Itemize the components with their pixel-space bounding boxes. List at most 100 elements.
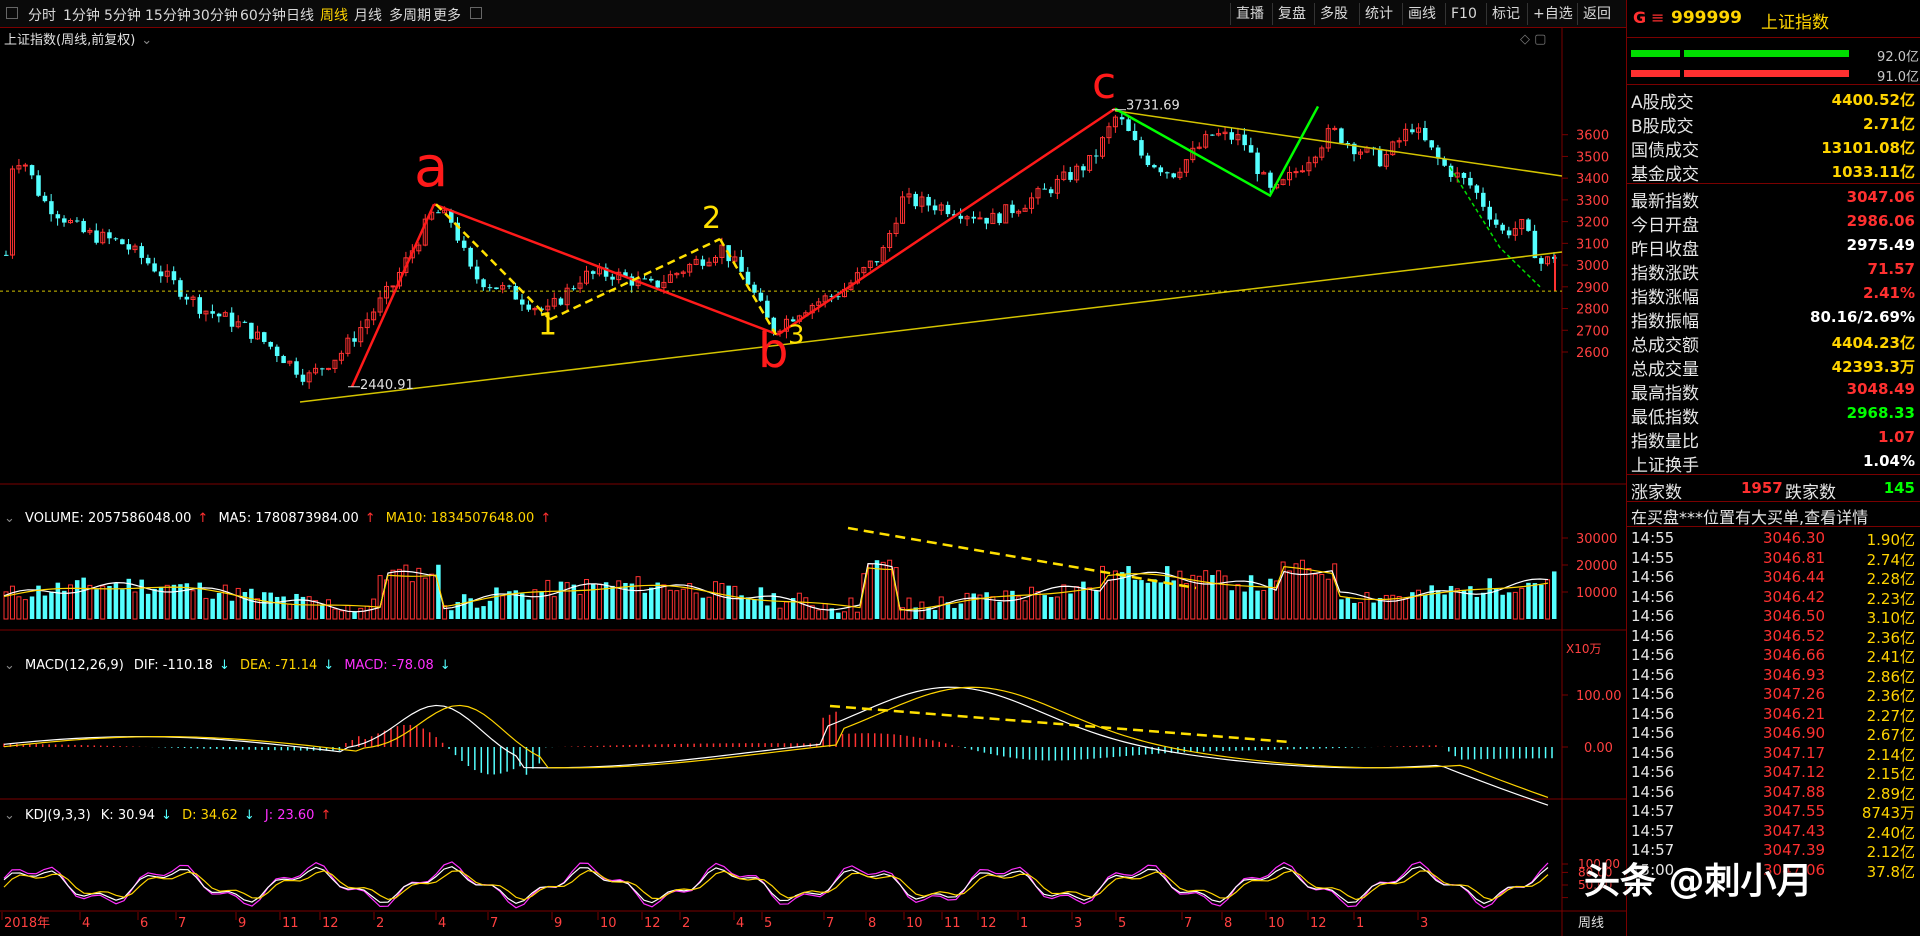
more-dropdown-icon[interactable] <box>470 7 482 19</box>
volume-bar <box>1474 596 1480 619</box>
period-btn-7[interactable]: 周线 <box>320 5 348 25</box>
volume-bar <box>1183 583 1189 620</box>
tick-row: 14:57 3047.55 8743万 <box>1627 801 1920 822</box>
candle-body <box>558 298 564 305</box>
volume-bar <box>1087 587 1093 620</box>
chart-tools-icon[interactable]: ◇ ▢ <box>1520 32 1546 47</box>
tool-btn-0[interactable]: 直播 <box>1230 3 1269 25</box>
period-btn-0[interactable]: 分时 <box>28 5 56 25</box>
volume-bar <box>107 585 112 619</box>
candle-body <box>481 279 486 288</box>
candle-body <box>171 271 177 281</box>
tick-time: 14:55 <box>1631 529 1675 547</box>
volume-bar <box>777 607 783 620</box>
volume-bar <box>1216 570 1222 620</box>
period-btn-8[interactable]: 月线 <box>354 5 382 25</box>
period-btn-6[interactable]: 日线 <box>286 5 314 25</box>
big-order-notice[interactable]: 在买盘***位置有大买单,查看详情 <box>1627 502 1920 528</box>
wave-line-yellow <box>549 237 721 321</box>
panel-menu-icon[interactable]: ⌄ <box>4 808 15 823</box>
volume-bar <box>674 590 680 620</box>
tool-btn-5[interactable]: F10 <box>1445 3 1482 25</box>
volume-bar <box>377 575 383 620</box>
period-btn-3[interactable]: 15分钟 <box>145 5 191 25</box>
volume-bar <box>532 589 538 620</box>
volume-bar <box>338 610 344 620</box>
volume-bar <box>49 592 54 619</box>
candle-body <box>1242 134 1247 146</box>
kdj-d-line <box>3 869 1549 901</box>
panel-menu-icon[interactable]: ⌄ <box>4 511 15 526</box>
kline-chart-svg[interactable]: 3600 3500 3400 3300 3200 3100 3000 2900 2800 2700… <box>0 28 1626 936</box>
x-axis-label: 1 <box>1020 916 1028 931</box>
macd-tick-label: 100.00 <box>1576 689 1622 704</box>
candle-body <box>29 165 35 176</box>
tool-btn-3[interactable]: 统计 <box>1359 3 1398 25</box>
volume-bar <box>422 577 428 620</box>
tool-btn-2[interactable]: 多股 <box>1314 3 1353 25</box>
window-menu-icon[interactable] <box>6 7 18 19</box>
tool-btn-4[interactable]: 画线 <box>1402 3 1441 25</box>
volume-bar <box>1429 585 1434 619</box>
volume-bar <box>649 587 654 619</box>
period-btn-2[interactable]: 5分钟 <box>104 5 141 25</box>
kdj-legend: ⌄ KDJ(9,3,3) K: 30.94 ↓ D: 34.62 ↓ J: 23.6… <box>4 808 332 823</box>
tool-btn-8[interactable]: 返回 <box>1577 3 1616 25</box>
volume-bar <box>1029 586 1035 620</box>
period-btn-4[interactable]: 30分钟 <box>192 5 238 25</box>
volume-bar <box>222 584 228 620</box>
volume-bar <box>796 592 802 620</box>
candle-body <box>229 312 235 327</box>
candle-body <box>274 346 280 357</box>
panel-menu-icon[interactable]: ⌄ <box>4 658 15 673</box>
candle-body <box>1248 145 1254 153</box>
tool-btn-7[interactable]: +自选 <box>1527 3 1578 25</box>
tool-btn-6[interactable]: 标记 <box>1486 3 1525 25</box>
dea-down-icon: ↓ <box>323 658 335 673</box>
volume-bar <box>545 579 551 620</box>
volume-bar <box>1203 570 1209 620</box>
tool-btn-1[interactable]: 复盘 <box>1272 3 1311 25</box>
tick-row: 14:56 3046.66 2.41亿 <box>1627 645 1920 666</box>
period-btn-9[interactable]: 多周期 <box>389 5 431 25</box>
candle-body <box>1500 224 1505 231</box>
candle-body <box>1468 177 1473 186</box>
volume-bar <box>551 596 557 620</box>
candle-body <box>1010 204 1015 214</box>
chevron-down-icon[interactable]: ⌄ <box>141 33 152 48</box>
volume-bar <box>1358 602 1363 620</box>
x-axis-label: 2 <box>376 916 384 931</box>
macd-down-icon: ↓ <box>439 658 451 673</box>
wave-label-2: 2 <box>702 201 721 236</box>
y-tick-label: 3400 <box>1576 172 1609 187</box>
period-btn-5[interactable]: 60分钟 <box>240 5 286 25</box>
notice-text[interactable]: 在买盘***位置有大买单,查看详情 <box>1631 504 1868 528</box>
y-tick-label: 3600 <box>1576 129 1609 144</box>
volume-bar <box>81 577 86 619</box>
volume-bar <box>1287 570 1293 620</box>
chart-area[interactable]: 3600 3500 3400 3300 3200 3100 3000 2900 2800 2700… <box>0 28 1626 936</box>
menu-icon[interactable]: ≡ <box>1651 8 1664 27</box>
volume-bar <box>1100 565 1105 620</box>
volume-bar <box>610 585 615 619</box>
candle-body <box>1171 173 1176 178</box>
tick-time: 14:56 <box>1631 626 1675 645</box>
x-axis-label: 12 <box>980 916 997 931</box>
period-btn-10[interactable]: 更多 <box>433 5 461 25</box>
row-value: 1.04% <box>1862 452 1915 470</box>
g-badge[interactable]: G <box>1633 8 1646 27</box>
tick-price: 3046.52 <box>1763 626 1826 645</box>
period-btn-1[interactable]: 1分钟 <box>63 5 100 25</box>
candle-body <box>1299 170 1305 173</box>
candle-body <box>461 240 467 248</box>
volume-bar <box>1500 594 1505 619</box>
bar-value: 92.0亿 <box>1877 50 1919 65</box>
volume-bar <box>1526 582 1531 619</box>
candle-body <box>216 313 222 317</box>
candle-body <box>1481 192 1486 207</box>
quote-info-panel: G ≡ 999999 上证指数 92.0亿 91.0亿 A股成交 4400.52亿 B股… <box>1626 0 1920 936</box>
dif-down-icon: ↓ <box>218 658 230 673</box>
volume-bar <box>474 607 480 619</box>
volume-bar <box>320 604 325 619</box>
x-axis-label: 9 <box>554 916 562 931</box>
